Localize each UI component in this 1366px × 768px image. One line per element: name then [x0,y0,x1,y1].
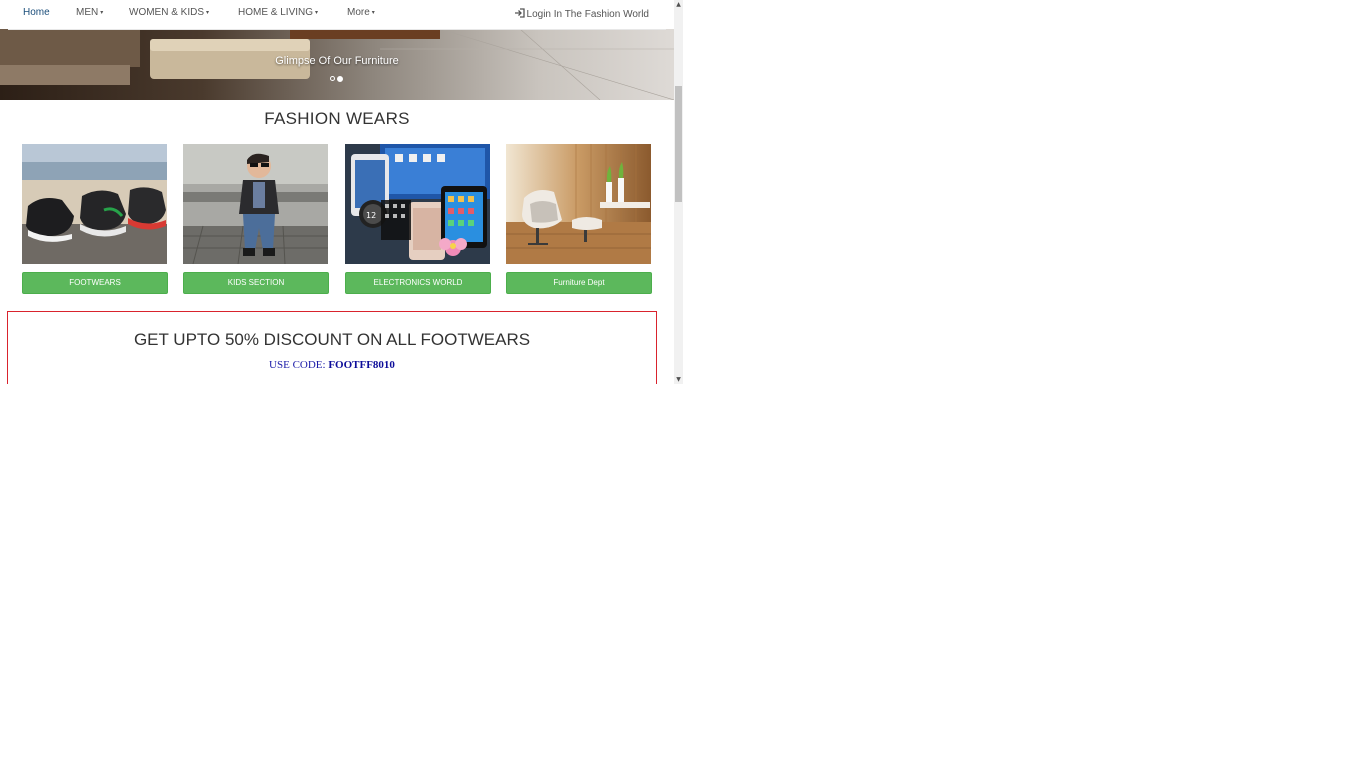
chevron-down-icon: ▾ [206,9,210,16]
nav-item-label: More [347,7,370,18]
carousel-indicator-active[interactable] [337,75,343,82]
nav-item-home-living[interactable]: HOME & LIVING ▾ [238,7,318,18]
nav-item-label: WOMEN & KIDS [129,7,205,18]
electronics-world-button[interactable]: ELECTRONICS WORLD [345,272,491,294]
discount-code-line: USE CODE: FOOTFF8010 [8,359,656,371]
furniture-dept-button[interactable]: Furniture Dept [506,272,652,294]
furniture-image[interactable] [506,144,651,264]
section-title: FASHION WEARS [264,109,410,128]
nav-item-women-kids[interactable]: WOMEN & KIDS ▾ [129,7,209,18]
chevron-down-icon: ▾ [371,9,375,16]
code-label: USE CODE: [269,359,326,371]
sneakers-image[interactable] [22,144,167,264]
scrollbar-thumb[interactable] [675,86,682,202]
chevron-down-icon: ▾ [315,9,319,16]
svg-text:12: 12 [366,211,376,220]
kid-image[interactable] [183,144,328,264]
discount-banner: GET UPTO 50% DISCOUNT ON ALL FOOTWEARS U… [7,311,657,384]
chevron-down-icon: ▾ [100,9,104,16]
carousel-indicators [330,75,343,82]
discount-title: GET UPTO 50% DISCOUNT ON ALL FOOTWEARS [133,330,531,349]
nav-item-label: Home [23,7,50,18]
browser-viewport: Home MEN ▾ WOMEN & KIDS ▾ HOME & LIVING ▾ M… [0,0,683,384]
carousel-caption: Glimpse Of Our Furniture [275,55,399,67]
sign-in-icon [514,8,525,18]
carousel-indicator[interactable] [330,76,335,81]
promo-code: FOOTFF8010 [328,359,395,371]
gadgets-image[interactable]: 12 [345,144,490,264]
footwears-button[interactable]: FOOTWEARS [22,272,168,294]
scroll-down-arrow-icon[interactable]: ▼ [674,375,683,384]
nav-item-home[interactable]: Home [23,7,50,18]
kids-section-button[interactable]: KIDS SECTION [183,272,329,294]
top-navbar: Home MEN ▾ WOMEN & KIDS ▾ HOME & LIVING ▾ M… [8,0,666,30]
scroll-up-arrow-icon[interactable]: ▲ [674,0,683,9]
nav-item-men[interactable]: MEN ▾ [76,7,103,18]
login-label: Login In The Fashion World [526,9,649,20]
vertical-scrollbar[interactable]: ▲ ▼ [674,0,683,384]
login-link[interactable]: Login In The Fashion World [514,8,649,20]
nav-item-more[interactable]: More ▾ [347,7,375,18]
nav-item-label: MEN [76,7,99,18]
hero-carousel[interactable]: Glimpse Of Our Furniture [0,29,674,100]
nav-item-label: HOME & LIVING [238,7,314,18]
